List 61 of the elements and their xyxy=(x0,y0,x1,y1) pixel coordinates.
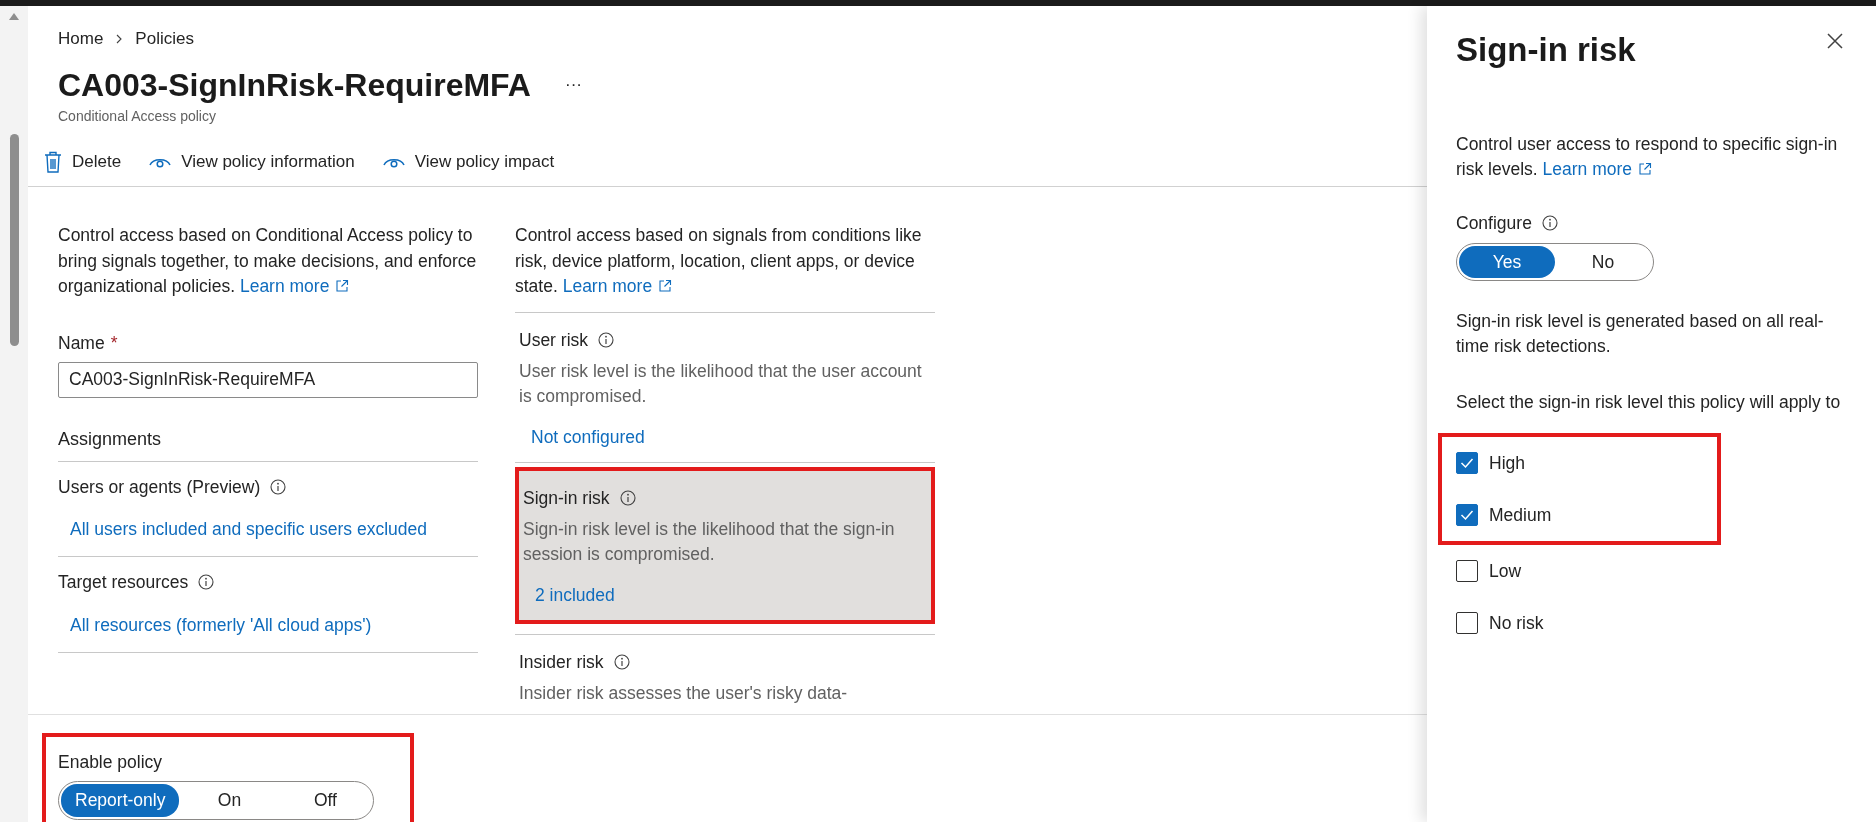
page-subtitle: Conditional Access policy xyxy=(58,106,217,126)
learn-more-link[interactable]: Learn more xyxy=(562,276,673,297)
breadcrumb-link[interactable]: Policies xyxy=(135,26,194,52)
scrollbar-thumb[interactable] xyxy=(9,134,19,346)
enable-policy-toggle[interactable]: Report-only On Off xyxy=(58,781,375,820)
setting-link[interactable]: All resources (formerly 'All cloud apps') xyxy=(70,611,372,638)
toggle-option[interactable]: On xyxy=(179,784,280,817)
external-link-icon xyxy=(1638,161,1653,176)
required-mark: * xyxy=(110,331,118,355)
external-link-icon xyxy=(658,279,673,294)
checkmark-icon xyxy=(1460,456,1474,469)
condition-description: Insider risk assesses the user's risky data- xyxy=(519,682,849,706)
toggle-option[interactable]: No xyxy=(1555,245,1651,278)
toggle-option[interactable]: Off xyxy=(279,784,372,817)
info-icon xyxy=(613,654,630,671)
learn-more-link[interactable]: Learn more xyxy=(239,276,350,297)
chevron-right-icon xyxy=(115,32,124,45)
external-link-icon xyxy=(335,279,350,294)
configure-toggle[interactable]: Yes No xyxy=(1456,242,1654,281)
prompt-text: Select the sign-in risk level this policy will apply to xyxy=(1456,390,1842,414)
learn-more-link[interactable]: Learn more xyxy=(1542,158,1653,179)
description-text: Control access based on Conditional Access policy to bring signals together, to make decisions, and enforce organizational policies. Learn more xyxy=(58,224,478,299)
condition-label: Sign-in risk xyxy=(523,486,610,510)
view-button[interactable]: View policy information xyxy=(145,146,359,177)
close-icon xyxy=(1826,32,1844,50)
trash-icon xyxy=(44,150,62,173)
checkmark-icon xyxy=(1460,508,1474,521)
page-title: CA003-SignInRisk-RequireMFA xyxy=(58,65,531,104)
more-button[interactable]: ··· xyxy=(560,69,586,100)
info-icon xyxy=(619,489,636,506)
info-icon xyxy=(1541,215,1558,232)
field-label: Name xyxy=(58,331,105,355)
condition-label: Insider risk xyxy=(519,651,604,674)
risk-level-checkbox[interactable]: Medium xyxy=(1456,488,1717,541)
condition-label: User risk xyxy=(519,328,589,352)
name-field[interactable]: CA003-SignInRisk-RequireMFA xyxy=(58,361,478,398)
section-heading: Assignments xyxy=(58,425,478,462)
field-label: Configure xyxy=(1456,212,1532,236)
condition-description: User risk level is the likelihood that the user account is compromised. xyxy=(519,359,923,409)
delete-button[interactable]: Delete xyxy=(40,146,126,177)
panel-title: Sign-in risk xyxy=(1456,30,1636,70)
toggle-option[interactable]: Yes xyxy=(1459,245,1555,278)
risk-level-checkbox[interactable]: Low xyxy=(1456,544,1848,597)
field-label: Enable policy xyxy=(58,751,164,774)
description-text: Control access based on signals from conditions like risk, device platform, location, client apps, or device state. Learn more xyxy=(515,223,935,313)
risk-level-checkbox[interactable]: No risk xyxy=(1456,596,1848,649)
note-text: Sign-in risk level is generated based on all real-time risk detections. xyxy=(1456,309,1825,359)
setting-label: Users or agents (Preview) xyxy=(58,475,261,499)
condition-link[interactable]: 2 included xyxy=(535,581,615,608)
setting-link[interactable]: All users included and specific users excluded xyxy=(70,516,427,543)
view-button[interactable]: View policy impact xyxy=(378,146,559,177)
info-icon xyxy=(598,331,615,348)
setting-label: Target resources xyxy=(58,571,189,595)
description-text: Control user access to respond to specific sign-in risk levels. Learn more xyxy=(1456,132,1839,181)
toggle-option[interactable]: Report-only xyxy=(61,784,180,817)
condition-link[interactable]: Not configured xyxy=(531,423,645,450)
breadcrumb-link[interactable]: Home xyxy=(58,26,104,52)
info-icon xyxy=(198,574,215,591)
info-icon xyxy=(270,478,287,495)
risk-level-checkbox[interactable]: High xyxy=(1456,436,1717,489)
condition-description: Sign-in risk level is the likelihood that the sign-in session is compromised. xyxy=(523,518,896,567)
